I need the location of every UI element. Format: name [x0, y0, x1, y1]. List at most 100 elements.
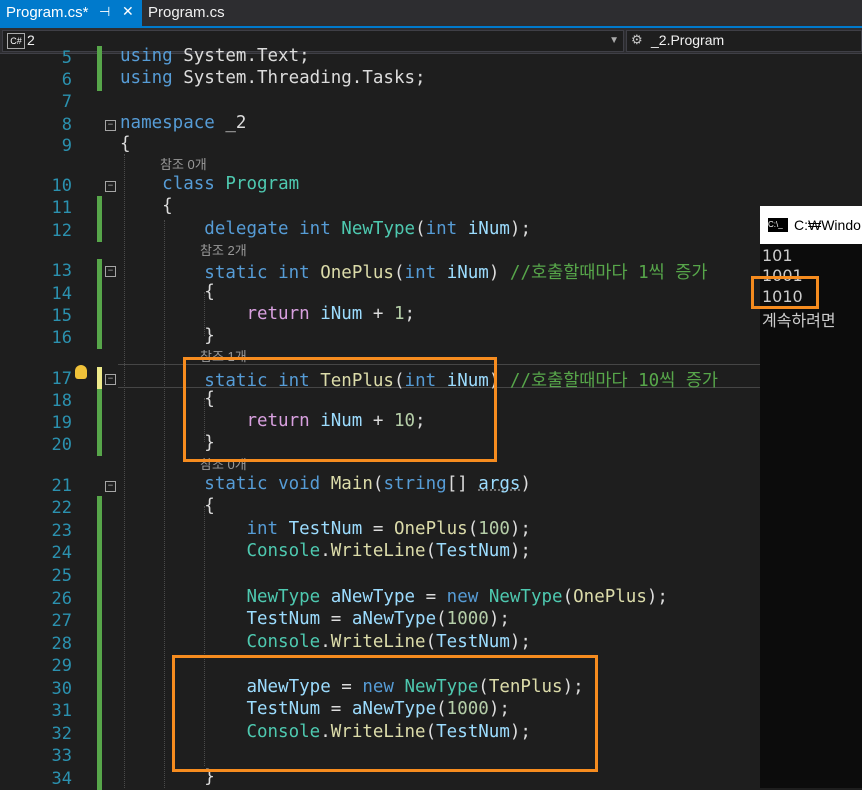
line-number: 34: [51, 769, 72, 789]
change-marker: [97, 677, 102, 700]
console-title: C:₩Windo: [794, 217, 861, 233]
code-token: );: [509, 541, 531, 561]
line-number: 21: [51, 476, 72, 496]
code-token: );: [488, 609, 510, 629]
code-token: Program: [225, 174, 300, 194]
project-name: 2: [27, 32, 35, 48]
line-number: 13: [51, 261, 72, 281]
code-token: System.Threading.Tasks;: [172, 68, 426, 88]
line-number: 31: [51, 701, 72, 721]
change-marker: [97, 326, 102, 349]
collapse-icon[interactable]: −: [105, 374, 116, 385]
code-token: (: [372, 474, 384, 494]
code-token: return: [246, 304, 310, 324]
change-marker: [97, 496, 102, 519]
close-icon[interactable]: ✕: [122, 3, 134, 20]
code-line[interactable]: using System.Text;: [120, 46, 310, 66]
code-line[interactable]: delegate int NewType(int iNum);: [120, 219, 531, 239]
code-token: WriteLine: [330, 632, 426, 652]
code-line[interactable]: {: [120, 282, 215, 302]
code-line[interactable]: int TestNum = OnePlus(100);: [120, 519, 531, 539]
line-number: 28: [51, 634, 72, 654]
code-token: =: [362, 519, 394, 539]
code-token: );: [646, 587, 668, 607]
code-line[interactable]: {: [120, 196, 173, 216]
code-token: int: [404, 263, 437, 283]
document-tab-bar: Program.cs* ⊣ ✕ Program.cs: [0, 0, 862, 26]
class-dropdown[interactable]: ⚙ _2.Program: [626, 30, 862, 52]
code-token: Console: [246, 632, 321, 652]
code-token: []: [446, 474, 479, 494]
line-number: 23: [51, 521, 72, 541]
code-token: //호출할때마다 10씩 증가: [509, 371, 719, 391]
code-line[interactable]: }: [120, 326, 215, 346]
change-marker: [97, 767, 102, 790]
line-number: 29: [51, 656, 72, 676]
code-line[interactable]: class Program: [120, 174, 299, 194]
change-marker: [97, 389, 102, 412]
line-number: 9: [61, 136, 72, 156]
change-marker: [97, 219, 102, 242]
change-marker: [97, 587, 102, 610]
tab-program-cs[interactable]: Program.cs: [148, 4, 225, 21]
code-line[interactable]: {: [120, 134, 131, 154]
code-token: 1000: [446, 609, 489, 629]
console-title-bar[interactable]: C:\_ C:₩Windo: [760, 206, 862, 244]
indent-guide: [164, 220, 165, 788]
code-token: );: [509, 219, 531, 239]
line-number: 17: [51, 369, 72, 389]
lightbulb-icon[interactable]: [75, 365, 87, 379]
code-line[interactable]: using System.Threading.Tasks;: [120, 68, 426, 88]
code-line[interactable]: NewType aNewType = new NewType(OnePlus);: [120, 587, 668, 607]
codelens-references[interactable]: 참조 0개: [160, 154, 207, 173]
change-marker: [97, 367, 102, 390]
line-number: 30: [51, 679, 72, 699]
code-token: TestNum: [436, 632, 510, 652]
code-token: int: [246, 519, 279, 539]
code-token: +: [362, 304, 394, 324]
tab-program-cs-modified[interactable]: Program.cs* ⊣ ✕: [0, 0, 142, 26]
code-line[interactable]: static int OnePlus(int iNum) //호출할때마다 1씩…: [120, 259, 707, 284]
code-token: new: [446, 587, 479, 607]
code-token: {: [120, 196, 173, 216]
codelens-references[interactable]: 참조 2개: [200, 240, 247, 259]
code-token: TestNum: [436, 541, 510, 561]
code-line[interactable]: namespace _2: [120, 113, 246, 133]
code-line[interactable]: TestNum = aNewType(1000);: [120, 609, 510, 629]
code-token: iNum: [446, 263, 489, 283]
code-line[interactable]: Console.WriteLine(TestNum);: [120, 632, 531, 652]
code-token: =: [415, 587, 447, 607]
change-marker: [97, 541, 102, 564]
code-token: TestNum: [288, 519, 363, 539]
highlight-box-output: [751, 276, 819, 309]
code-line[interactable]: static void Main(string[] args): [120, 474, 531, 494]
code-line[interactable]: Console.WriteLine(TestNum);: [120, 541, 531, 561]
change-marker: [97, 304, 102, 327]
code-line[interactable]: {: [120, 496, 215, 516]
line-number: 20: [51, 435, 72, 455]
line-number: 19: [51, 413, 72, 433]
code-token: class: [162, 174, 215, 194]
line-number: 5: [61, 48, 72, 68]
collapse-icon[interactable]: −: [105, 481, 116, 492]
project-dropdown[interactable]: C# 2 ▼: [2, 30, 624, 52]
change-marker: [97, 632, 102, 655]
collapse-icon[interactable]: −: [105, 181, 116, 192]
pin-icon[interactable]: ⊣: [99, 4, 110, 20]
collapse-icon[interactable]: −: [105, 120, 116, 131]
code-token: static: [204, 474, 268, 494]
collapse-icon[interactable]: −: [105, 266, 116, 277]
code-token: args: [478, 474, 521, 494]
code-token: WriteLine: [330, 541, 426, 561]
class-name: _2.Program: [651, 32, 725, 48]
code-token: {: [120, 282, 215, 302]
change-marker: [97, 196, 102, 219]
